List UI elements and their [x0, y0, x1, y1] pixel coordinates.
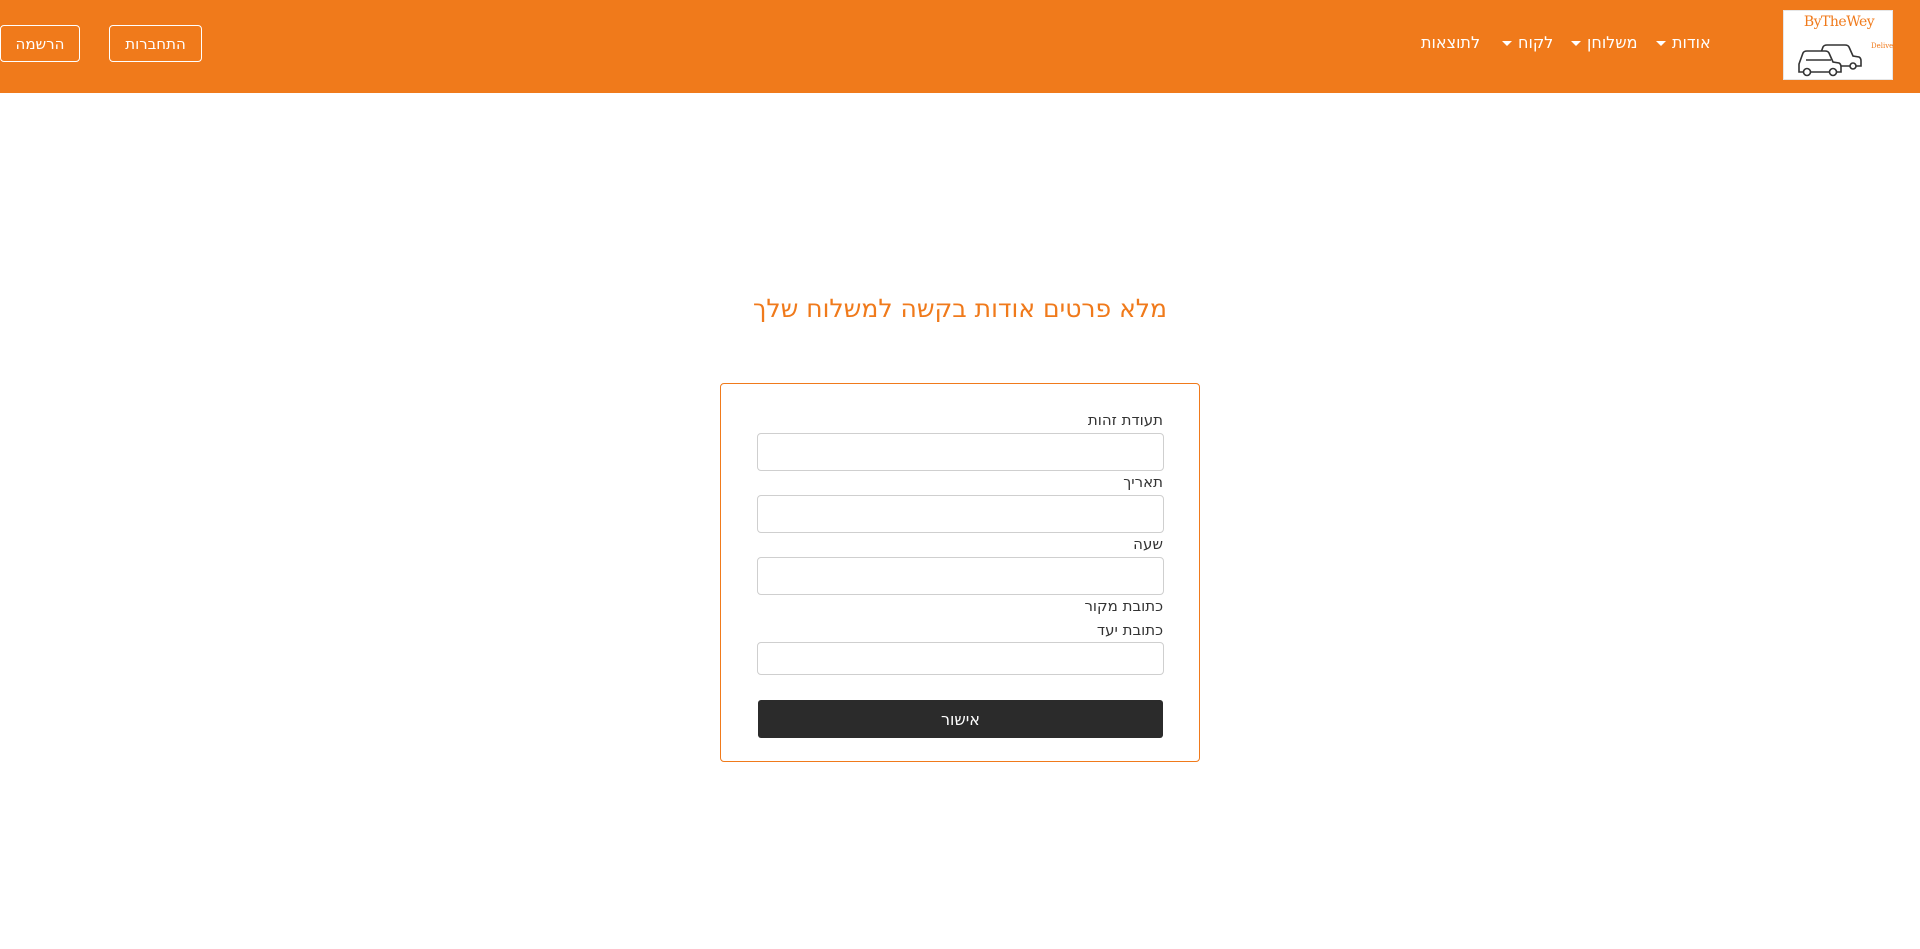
register-button[interactable]: הרשמה — [0, 25, 80, 62]
login-button[interactable]: התחברות — [109, 25, 202, 62]
chevron-down-icon — [1571, 41, 1581, 46]
nav-item-customer[interactable]: לקוח — [1502, 33, 1553, 52]
nav-item-courier[interactable]: משלוחן — [1571, 33, 1637, 52]
destination-address-label: כתובת יעד — [1096, 621, 1163, 639]
time-input[interactable] — [757, 557, 1164, 595]
nav-item-results[interactable]: לתוצאות — [1421, 33, 1480, 52]
logo-text: ByTheWey — [1803, 14, 1875, 30]
chevron-down-icon — [1656, 41, 1666, 46]
nav-item-courier-label: משלוחן — [1587, 33, 1638, 52]
cars-icon — [1798, 44, 1862, 77]
logo-subtext: Deliver — [1871, 42, 1897, 50]
destination-address-input[interactable] — [757, 642, 1164, 675]
brand-logo[interactable]: ByTheWey Deliver — [1783, 10, 1897, 80]
delivery-request-form: תעודת זהות תאריך שעה כתובת מקור כתובת יע… — [720, 383, 1200, 762]
nav-item-customer-label: לקוח — [1518, 33, 1554, 52]
date-label: תאריך — [1123, 473, 1163, 491]
id-number-input[interactable] — [757, 433, 1164, 471]
nav-item-about-label: אודות — [1672, 33, 1711, 52]
submit-button[interactable]: אישור — [758, 700, 1163, 738]
source-address-label: כתובת מקור — [1084, 597, 1163, 615]
navbar: ByTheWey Deliver אודות משלוחן לקוח לתוצא… — [0, 0, 1920, 93]
chevron-down-icon — [1502, 41, 1512, 46]
id-number-label: תעודת זהות — [1087, 411, 1163, 429]
time-label: שעה — [1133, 535, 1163, 553]
page-title: מלא פרטים אודות בקשה למשלוח שלך — [752, 294, 1167, 323]
nav-item-about[interactable]: אודות — [1656, 33, 1711, 52]
date-input[interactable] — [757, 495, 1164, 533]
nav-item-results-label: לתוצאות — [1421, 33, 1481, 52]
